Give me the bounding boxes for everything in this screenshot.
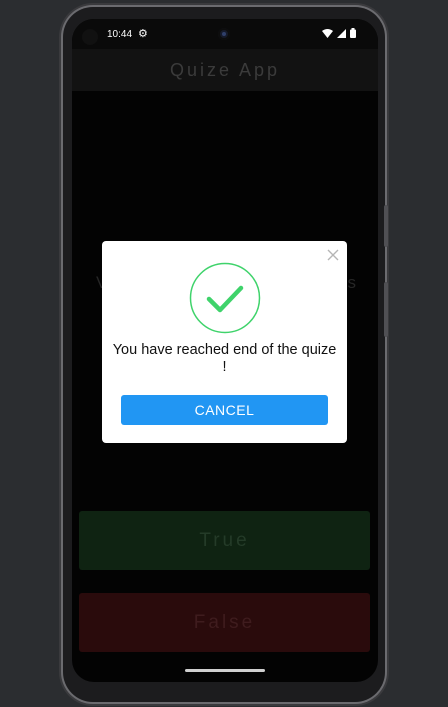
cancel-button[interactable]: CANCEL bbox=[121, 395, 328, 425]
status-icons bbox=[322, 28, 356, 38]
camera-dot bbox=[82, 29, 98, 45]
camera-punch-hole bbox=[218, 28, 230, 40]
dialog-message: You have reached end of the quize ! bbox=[112, 342, 337, 375]
true-button[interactable]: True bbox=[79, 511, 370, 570]
app-title: Quize App bbox=[169, 60, 281, 80]
status-time: 10:44 bbox=[107, 29, 133, 40]
volume-button bbox=[384, 282, 388, 337]
check-circle-icon bbox=[189, 262, 261, 334]
app-bar: Quize App bbox=[72, 49, 378, 91]
status-bar: 10:44 ⚙ bbox=[72, 19, 378, 49]
false-button-label: False bbox=[193, 612, 256, 633]
wifi-icon bbox=[322, 28, 333, 38]
question-text-right: s bbox=[347, 273, 357, 292]
true-button-label: True bbox=[199, 530, 250, 551]
quiz-end-dialog: You have reached end of the quize ! CANC… bbox=[102, 241, 347, 443]
false-button[interactable]: False bbox=[79, 593, 370, 652]
close-icon[interactable] bbox=[327, 249, 339, 261]
gear-icon: ⚙ bbox=[138, 28, 148, 40]
power-button bbox=[384, 205, 388, 247]
battery-icon bbox=[350, 28, 356, 38]
gesture-nav-bar[interactable] bbox=[185, 669, 265, 672]
signal-icon bbox=[337, 28, 346, 38]
